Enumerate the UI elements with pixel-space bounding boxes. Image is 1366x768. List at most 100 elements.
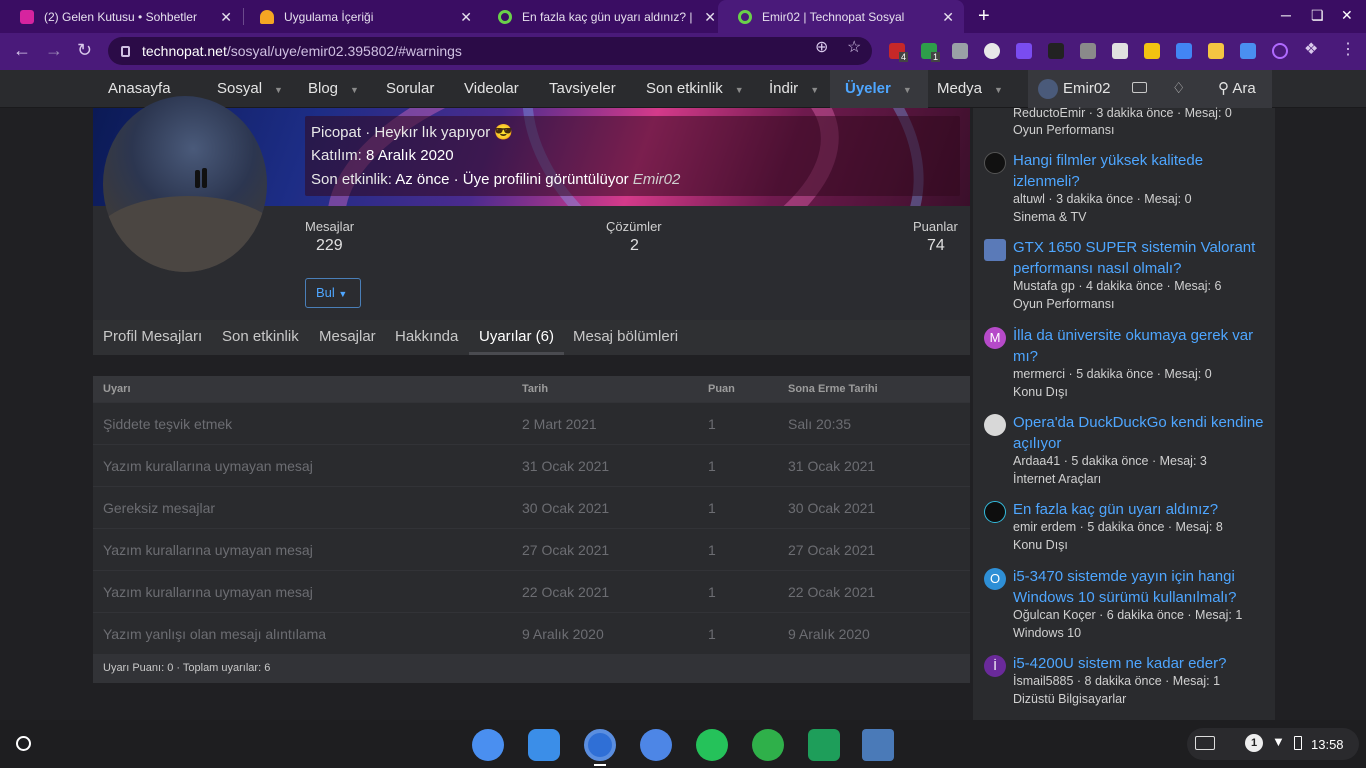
avatar[interactable]: İ xyxy=(984,655,1006,677)
extension-icon[interactable] xyxy=(1016,43,1032,59)
notification-count[interactable]: 1 xyxy=(1245,734,1263,752)
close-icon[interactable]: ✕ xyxy=(220,9,232,26)
stat-value[interactable]: 229 xyxy=(316,237,343,255)
extensions-puzzle-icon[interactable]: ❖ xyxy=(1304,39,1318,59)
thread-forum[interactable]: Konu Dışı xyxy=(1013,538,1068,552)
extension-icon[interactable] xyxy=(1112,43,1128,59)
profile-avatar[interactable] xyxy=(103,96,267,272)
warning-title[interactable]: Yazım kurallarına uymayan mesaj xyxy=(103,584,313,600)
table-row[interactable]: Yazım kurallarına uymayan mesaj 22 Ocak … xyxy=(93,570,970,612)
thread-title[interactable]: GTX 1650 SUPER sistemin Valorant perform… xyxy=(1013,237,1268,279)
tab-profile-messages[interactable]: Profil Mesajları xyxy=(103,320,202,355)
thread-title[interactable]: i5-3470 sistemde yayın için hangi Window… xyxy=(1013,566,1268,608)
reload-icon[interactable]: ↻ xyxy=(77,40,92,61)
browser-tab[interactable]: Uygulama İçeriği ✕ xyxy=(240,0,482,33)
launcher-icon[interactable] xyxy=(16,736,31,751)
avatar[interactable]: O xyxy=(984,568,1006,590)
close-icon[interactable]: ✕ xyxy=(942,9,954,26)
thread-forum[interactable]: Dizüstü Bilgisayarlar xyxy=(1013,692,1126,706)
thread-forum[interactable]: Oyun Performansı xyxy=(1013,297,1114,311)
table-row[interactable]: Şiddete teşvik etmek 2 Mart 2021 1 Salı … xyxy=(93,402,970,444)
avatar[interactable] xyxy=(984,501,1006,523)
extension-icon[interactable] xyxy=(1208,43,1224,59)
inbox-icon[interactable] xyxy=(1132,82,1147,93)
warning-title[interactable]: Şiddete teşvik etmek xyxy=(103,416,232,432)
bell-icon[interactable]: ♢ xyxy=(1172,79,1185,97)
warning-title[interactable]: Yazım yanlışı olan mesajı alıntılama xyxy=(103,626,326,642)
nav-sosyal[interactable]: Sosyal ▼ xyxy=(217,70,283,108)
nav-son-etkinlik[interactable]: Son etkinlik ▼ xyxy=(646,70,744,108)
virtualbox-app-icon[interactable] xyxy=(862,729,894,761)
table-row[interactable]: Gereksiz mesajlar 30 Ocak 2021 1 30 Ocak… xyxy=(93,486,970,528)
thread-title[interactable]: i5-4200U sistem ne kadar eder? xyxy=(1013,653,1268,674)
find-button[interactable]: Bul ▼ xyxy=(305,278,361,308)
files-app-icon[interactable] xyxy=(528,729,560,761)
avatar[interactable]: M xyxy=(984,327,1006,349)
thread-forum[interactable]: Windows 10 xyxy=(1013,626,1081,640)
tab-message-sections[interactable]: Mesaj bölümleri xyxy=(573,320,678,355)
thread-forum[interactable]: Sinema & TV xyxy=(1013,210,1086,224)
tab-recent-activity[interactable]: Son etkinlik xyxy=(222,320,299,355)
stat-value[interactable]: 2 xyxy=(630,237,639,255)
thread-title[interactable]: En fazla kaç gün uyarı aldınız? xyxy=(1013,499,1268,520)
maximize-icon[interactable]: ❏ xyxy=(1311,7,1324,24)
extension-icon[interactable] xyxy=(1080,43,1096,59)
tab-messages[interactable]: Mesajlar xyxy=(319,320,376,355)
back-icon[interactable]: ← xyxy=(13,40,31,61)
forward-icon[interactable]: → xyxy=(45,40,63,61)
browser-tab-active[interactable]: Emir02 | Technopat Sosyal ✕ xyxy=(718,0,964,33)
calculator-app-icon[interactable] xyxy=(808,729,840,761)
browser-tab[interactable]: (2) Gelen Kutusu • Sohbetler ✕ xyxy=(0,0,242,33)
table-row[interactable]: Yazım yanlışı olan mesajı alıntılama 9 A… xyxy=(93,612,970,654)
whatsapp-app-icon[interactable] xyxy=(696,729,728,761)
browser-tab[interactable]: En fazla kaç gün uyarı aldınız? | ✕ xyxy=(478,0,726,33)
table-row[interactable]: Yazım kurallarına uymayan mesaj 27 Ocak … xyxy=(93,528,970,570)
nav-indir[interactable]: İndir ▼ xyxy=(769,70,819,108)
bookmark-star-icon[interactable]: ☆ xyxy=(847,37,861,57)
close-icon[interactable]: ✕ xyxy=(704,9,716,26)
nav-videolar[interactable]: Videolar xyxy=(464,70,519,108)
avatar[interactable] xyxy=(1038,79,1058,99)
extension-icon[interactable] xyxy=(1048,43,1064,59)
thread-forum[interactable]: İnternet Araçları xyxy=(1013,472,1101,486)
thread-forum[interactable]: Oyun Performansı xyxy=(1013,123,1114,137)
clock[interactable]: 13:58 xyxy=(1311,737,1344,752)
close-window-icon[interactable]: ✕ xyxy=(1341,7,1353,24)
warning-title[interactable]: Yazım kurallarına uymayan mesaj xyxy=(103,458,313,474)
extension-icon[interactable] xyxy=(1144,43,1160,59)
thread-title[interactable]: Opera'da DuckDuckGo kendi kendine açılıy… xyxy=(1013,412,1268,454)
nav-tavsiyeler[interactable]: Tavsiyeler xyxy=(549,70,616,108)
thread-title[interactable]: Hangi filmler yüksek kalitede izlenmeli? xyxy=(1013,150,1268,192)
stat-value[interactable]: 74 xyxy=(927,237,945,255)
extension-icon[interactable] xyxy=(952,43,968,59)
more-menu-icon[interactable]: ⋮ xyxy=(1340,39,1356,59)
nav-uyeler[interactable]: Üyeler ▼ xyxy=(830,70,928,108)
extension-icon[interactable] xyxy=(1240,43,1256,59)
nav-medya[interactable]: Medya ▼ xyxy=(937,70,1003,108)
search-button[interactable]: ⚲ Ara xyxy=(1208,70,1272,108)
warning-title[interactable]: Yazım kurallarına uymayan mesaj xyxy=(103,542,313,558)
extension-icon[interactable] xyxy=(1272,43,1288,59)
close-icon[interactable]: ✕ xyxy=(460,9,472,26)
keyboard-icon[interactable] xyxy=(1195,736,1215,750)
tab-about[interactable]: Hakkında xyxy=(395,320,458,355)
table-row[interactable]: Yazım kurallarına uymayan mesaj 31 Ocak … xyxy=(93,444,970,486)
tab-warnings[interactable]: Uyarılar (6) xyxy=(469,320,565,355)
user-name[interactable]: Emir02 xyxy=(1063,70,1111,108)
thread-forum[interactable]: Konu Dışı xyxy=(1013,385,1068,399)
camera-app-icon[interactable] xyxy=(640,729,672,761)
settings-app-icon[interactable] xyxy=(472,729,504,761)
thread-title[interactable]: İlla da üniversite okumaya gerek var mı? xyxy=(1013,325,1268,367)
nav-sorular[interactable]: Sorular xyxy=(386,70,434,108)
add-icon[interactable]: ⊕ xyxy=(815,37,828,57)
url-text[interactable]: technopat.net/sosyal/uye/emir02.395802/#… xyxy=(142,43,462,59)
translate-icon[interactable] xyxy=(1176,43,1192,59)
avatar[interactable] xyxy=(984,152,1006,174)
avatar[interactable] xyxy=(984,239,1006,261)
extension-icon[interactable] xyxy=(984,43,1000,59)
minimize-icon[interactable]: ─ xyxy=(1281,7,1291,23)
android-app-icon[interactable] xyxy=(752,729,784,761)
chrome-app-icon[interactable] xyxy=(584,729,616,761)
nav-blog[interactable]: Blog ▼ xyxy=(308,70,359,108)
avatar[interactable] xyxy=(984,414,1006,436)
